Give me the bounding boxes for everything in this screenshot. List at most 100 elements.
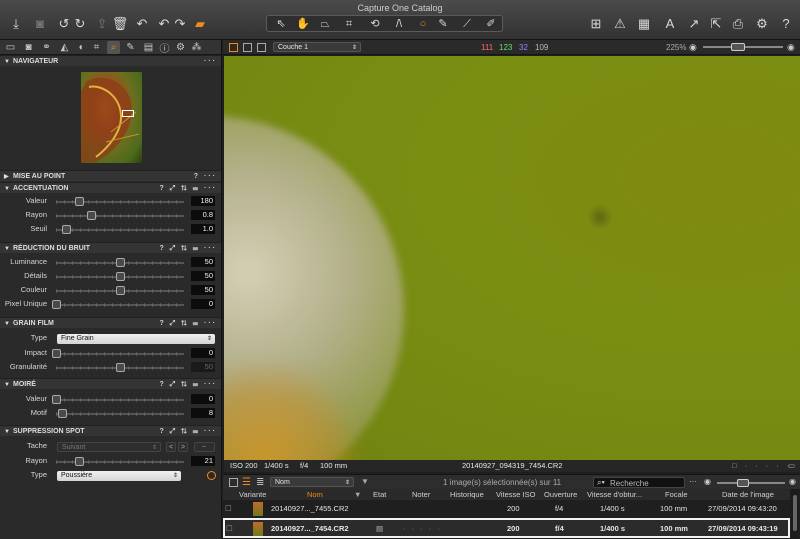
lens-tab-icon[interactable]: ◖ xyxy=(74,41,87,54)
column-aperture[interactable]: Ouverture xyxy=(544,489,577,500)
grain-slider[interactable] xyxy=(56,363,184,372)
noise-value[interactable]: 50 xyxy=(191,271,215,281)
sharpening-slider[interactable] xyxy=(56,197,184,206)
column-variant[interactable]: Variante xyxy=(239,489,266,500)
metadata-tab-icon[interactable]: ▤ xyxy=(142,41,155,54)
browser-zoom-slider[interactable] xyxy=(717,479,785,487)
grain-header[interactable]: ▼ GRAIN FILM ? ⤢ ⇅ ☰ ··· xyxy=(0,317,221,328)
noise-value[interactable]: 0 xyxy=(191,299,215,309)
settings-icon[interactable]: ⚙ xyxy=(754,15,770,31)
column-rating[interactable]: Noter xyxy=(412,489,430,500)
zoom-slider-knob[interactable] xyxy=(731,43,745,51)
undo-alt-icon[interactable]: ↶ xyxy=(156,15,172,31)
adjust-tab-icon[interactable]: ✎ xyxy=(124,41,137,54)
import-icon[interactable]: ⤓ xyxy=(8,15,24,31)
search-field[interactable]: ⌕▾ Recherche xyxy=(593,477,685,488)
spot-next-button[interactable]: > xyxy=(178,442,188,452)
help-icon[interactable]: ? xyxy=(778,15,794,31)
zoom-out-icon[interactable]: ◉ xyxy=(689,42,697,53)
text-icon[interactable]: A xyxy=(662,15,678,31)
sharpening-value[interactable]: 0.8 xyxy=(191,210,215,220)
slider-knob[interactable] xyxy=(116,286,125,295)
table-row-selected[interactable]: ☐ 20140927..._7454.CR2 ▤ · · · · · 200 f… xyxy=(223,518,790,538)
grid-layout-icon[interactable] xyxy=(229,43,238,52)
slider-knob[interactable] xyxy=(116,363,125,372)
zoom-in-icon[interactable]: ◉ xyxy=(787,42,795,53)
sharpening-value[interactable]: 180 xyxy=(191,196,215,206)
column-iso[interactable]: Vitesse ISO xyxy=(496,489,535,500)
spot-rayon-value[interactable]: 21 xyxy=(191,456,215,466)
noise-header[interactable]: ▼ RÉDUCTION DU BRUIT ? ⤢ ⇅ ☰ ··· xyxy=(0,242,221,253)
slider-knob[interactable] xyxy=(52,349,61,358)
spot-removal-icon[interactable]: ○ xyxy=(415,16,431,32)
navigator-header[interactable]: ▼ NAVIGATEUR ··· xyxy=(0,55,221,66)
noise-slider[interactable] xyxy=(56,258,184,267)
noise-value[interactable]: 50 xyxy=(191,257,215,267)
grain-value[interactable]: 0 xyxy=(191,348,215,358)
moire-tools[interactable]: ? ⤢ ⇅ ☰ ··· xyxy=(160,379,218,390)
search-options-icon[interactable]: ··· xyxy=(689,477,697,486)
camera-icon[interactable]: ◙ xyxy=(32,15,48,31)
column-shutter[interactable]: Vitesse d'obtur... xyxy=(587,489,642,500)
single-view-icon[interactable] xyxy=(243,43,252,52)
grain-type-select[interactable]: Fine Grain ⇕ xyxy=(57,334,215,344)
moire-slider[interactable] xyxy=(56,409,184,418)
sort-select[interactable]: Nom ⇕ xyxy=(270,477,354,487)
sharpening-slider[interactable] xyxy=(56,225,184,234)
focus-tools[interactable]: ? ··· xyxy=(194,171,217,182)
moire-value[interactable]: 0 xyxy=(191,394,215,404)
export-icon[interactable]: ⇪ xyxy=(94,15,110,31)
viewer-nav-icon[interactable]: ▭ xyxy=(788,460,795,472)
column-sort-icon[interactable]: ▼ xyxy=(354,489,361,500)
color-tab-icon[interactable]: ⚭ xyxy=(40,41,53,54)
moire-slider[interactable] xyxy=(52,395,184,404)
thumbnail-view-icon[interactable] xyxy=(229,478,238,487)
navigator-view-box[interactable] xyxy=(122,110,134,117)
noise-slider[interactable] xyxy=(52,300,184,309)
navigator-thumbnail[interactable] xyxy=(81,72,142,163)
list-view-icon[interactable]: ☰ xyxy=(242,477,251,488)
grain-value[interactable]: 50 xyxy=(191,362,215,372)
sharpening-slider[interactable] xyxy=(56,211,184,220)
grid-view-icon[interactable]: ⊞ xyxy=(588,15,604,31)
slider-knob[interactable] xyxy=(75,457,85,466)
browser-zoom-out-icon[interactable]: ◉ xyxy=(704,477,711,486)
scrollbar-thumb[interactable] xyxy=(793,495,797,531)
keystone-icon[interactable]: ⏢ xyxy=(317,16,333,32)
pan-icon[interactable]: ✋ xyxy=(295,16,311,32)
column-history[interactable]: Historique xyxy=(450,489,484,500)
library-tab-icon[interactable]: ▭ xyxy=(4,41,17,54)
row-checkbox[interactable]: ☐ xyxy=(225,500,232,518)
layer-select[interactable]: Couche 1 ⇕ xyxy=(273,42,361,52)
spot-prev-button[interactable]: < xyxy=(166,442,176,452)
spot-tools[interactable]: ? ⤢ ⇅ ☰ ··· xyxy=(160,426,218,437)
slider-knob[interactable] xyxy=(75,197,85,206)
row-rating-dots[interactable]: · · · · · xyxy=(403,520,442,538)
noise-value[interactable]: 50 xyxy=(191,285,215,295)
slider-knob[interactable] xyxy=(116,258,125,267)
spot-header[interactable]: ▼ SUPPRESSION SPOT ? ⤢ ⇅ ☰ ··· xyxy=(0,425,221,436)
brush-icon[interactable]: ✎ xyxy=(435,16,451,32)
cursor-icon[interactable]: ↗ xyxy=(686,15,702,31)
grain-slider[interactable] xyxy=(52,349,184,358)
sharpening-tools[interactable]: ? ⤢ ⇅ ☰ ··· xyxy=(160,183,218,194)
trash-icon[interactable]: 🗑 xyxy=(112,15,129,31)
rotate-icon[interactable]: ⟲ xyxy=(367,16,383,32)
spot-type-select[interactable]: Poussière ⇕ xyxy=(57,471,181,481)
batch-tab-icon[interactable]: ⚙ xyxy=(174,41,187,54)
straighten-icon[interactable]: /\ xyxy=(391,16,407,32)
compare-view-icon[interactable] xyxy=(257,43,266,52)
exposure-tab-icon[interactable]: ◭ xyxy=(58,41,71,54)
crop-icon[interactable]: ⌗ xyxy=(341,16,357,32)
sharpening-header[interactable]: ▼ ACCENTUATION ? ⤢ ⇅ ☰ ··· xyxy=(0,182,221,193)
column-focal[interactable]: Focale xyxy=(665,489,688,500)
noise-slider[interactable] xyxy=(56,286,184,295)
crop-tab-icon[interactable]: ⌗ xyxy=(90,41,103,54)
warning-icon[interactable]: ⚠ xyxy=(612,15,628,31)
column-state[interactable]: Etat xyxy=(373,489,386,500)
grain-tools[interactable]: ? ⤢ ⇅ ☰ ··· xyxy=(160,318,218,329)
sharpening-value[interactable]: 1.0 xyxy=(191,224,215,234)
browser-zoom-in-icon[interactable]: ◉ xyxy=(789,477,796,486)
rotate-left-icon[interactable]: ↺ xyxy=(56,15,72,31)
move-icon[interactable]: ⇱ xyxy=(708,15,724,31)
